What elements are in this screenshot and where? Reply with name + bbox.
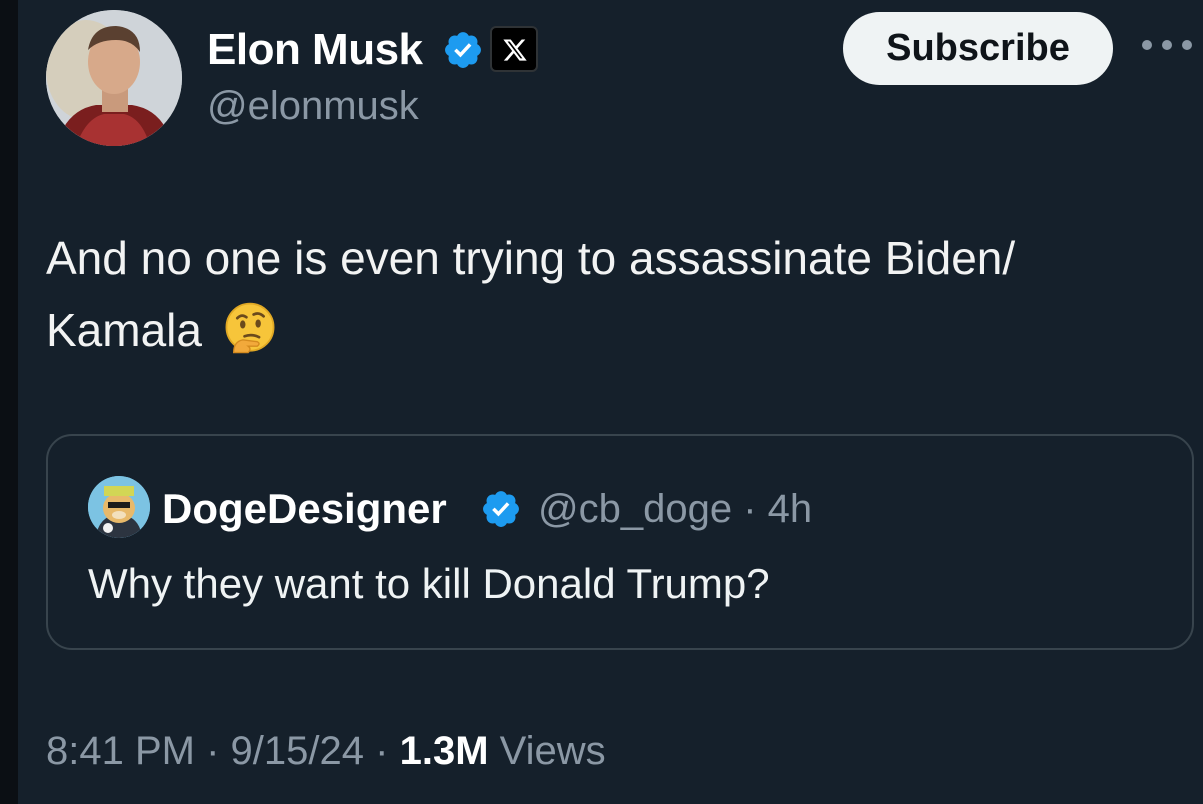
quoted-handle[interactable]: @cb_doge: [538, 487, 732, 531]
author-handle[interactable]: @elonmusk: [207, 82, 419, 130]
author-name[interactable]: Elon Musk: [207, 24, 423, 76]
meta-separator: ·: [206, 729, 220, 773]
quoted-tweet-text: Why they want to kill Donald Trump?: [88, 560, 770, 607]
x-affiliate-badge: [490, 26, 538, 72]
quoted-author-name[interactable]: DogeDesigner: [162, 484, 447, 534]
quoted-tweet-card[interactable]: DogeDesigner @cb_doge · 4h Why they want…: [46, 434, 1194, 650]
meta-separator: ·: [375, 729, 389, 773]
author-avatar[interactable]: [46, 10, 182, 146]
left-edge: [0, 0, 18, 804]
tweet-text: And no one is even trying to assassinate…: [46, 222, 1176, 366]
subscribe-button[interactable]: Subscribe: [843, 12, 1113, 85]
views-count: 1.3M: [399, 729, 489, 773]
tweet-date[interactable]: 9/15/24: [231, 729, 364, 773]
quoted-author-avatar[interactable]: [88, 476, 150, 538]
doge-avatar-image: [88, 476, 150, 538]
avatar-photo: [46, 10, 182, 146]
quoted-time[interactable]: 4h: [768, 487, 813, 531]
quoted-handle-and-time: @cb_doge · 4h: [538, 484, 812, 534]
verified-badge-icon: [445, 32, 481, 68]
ellipsis-icon[interactable]: [1142, 36, 1202, 56]
views-label: Views: [499, 729, 606, 773]
quoted-verified-badge-icon: [483, 491, 519, 527]
tweet-time[interactable]: 8:41 PM: [46, 729, 195, 773]
tweet-body: And no one is even trying to assassinate…: [46, 232, 1016, 356]
x-logo-icon: [503, 39, 527, 61]
thinking-face-emoji-icon: [225, 302, 275, 354]
tweet-metadata: 8:41 PM · 9/15/24 · 1.3M Views: [46, 726, 606, 776]
quoted-separator: ·: [743, 487, 757, 531]
